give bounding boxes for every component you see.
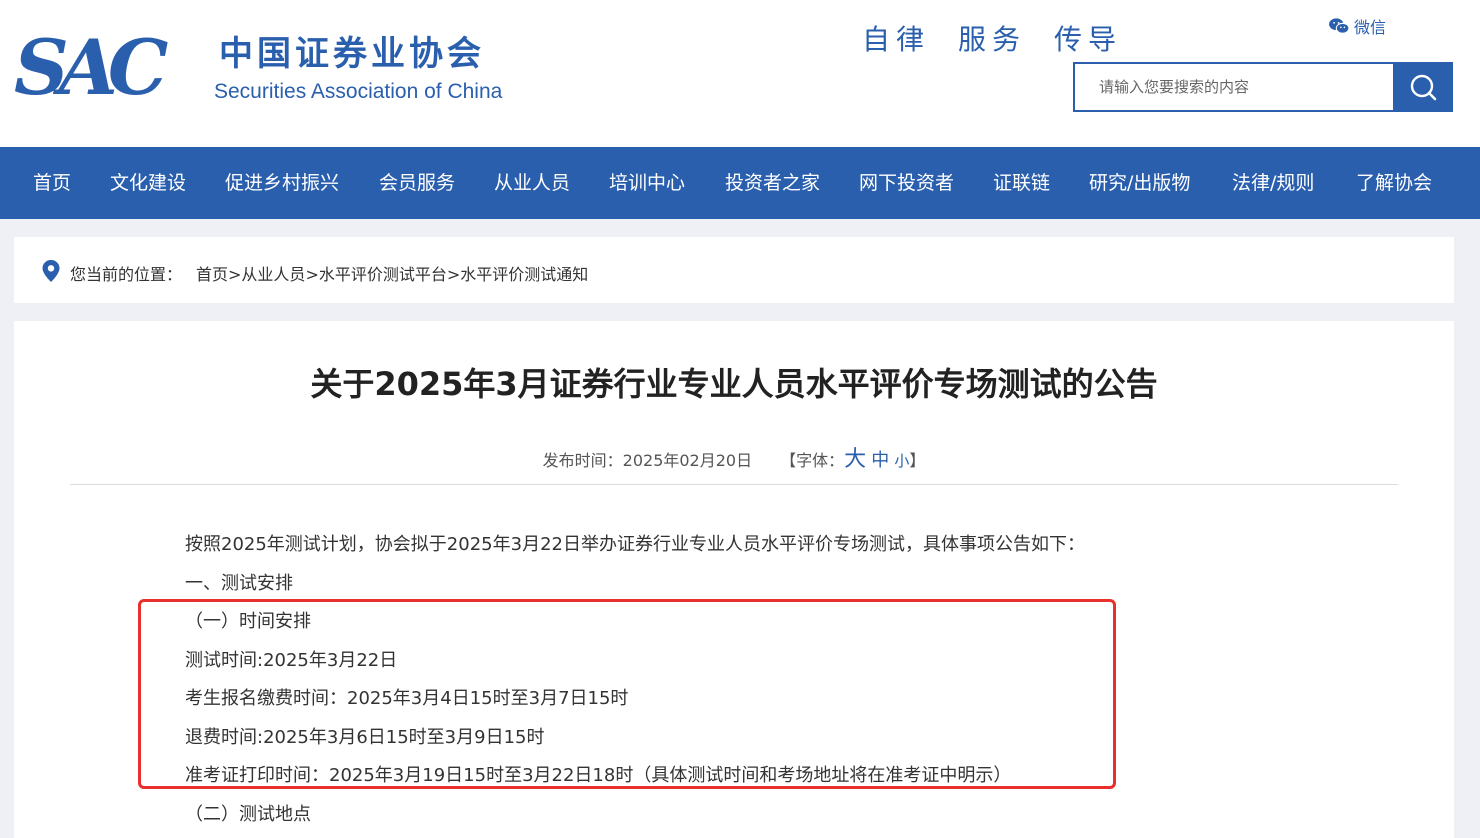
article-title: 关于2025年3月证券行业专业人员水平评价专场测试的公告 [310,365,1158,403]
nav-item-culture[interactable]: 文化建设 [110,147,186,219]
search-icon [1410,74,1437,101]
logo-mark: SAC [14,23,168,112]
breadcrumb-practitioners[interactable]: 从业人员 [241,265,305,284]
breadcrumb-separator: > [446,265,461,284]
font-size-large-button[interactable]: 大 [844,447,866,472]
nav-item-rural[interactable]: 促进乡村振兴 [225,147,339,219]
wechat-link[interactable]: 微信 [1328,14,1386,38]
breadcrumb-separator: > [305,265,319,284]
search-box [1073,62,1453,112]
nav-item-about[interactable]: 了解协会 [1356,147,1432,219]
search-input[interactable] [1073,62,1393,112]
breadcrumb-bar: 您当前的位置： 首页>从业人员>水平评价测试平台>水平评价测试通知 [14,237,1454,303]
highlight-box [138,599,1116,789]
nav-item-law[interactable]: 法律/规则 [1232,147,1314,219]
nav-item-investors[interactable]: 投资者之家 [725,147,820,219]
font-size-open: 【字体： [780,451,845,470]
breadcrumb: 首页>从业人员>水平评价测试平台>水平评价测试通知 [196,261,588,285]
nav-item-home[interactable]: 首页 [33,147,71,219]
wechat-icon [1329,18,1350,34]
font-size-medium-button[interactable]: 中 [871,450,889,471]
site-logo[interactable]: SAC 中国证券业协会 Securities Association of Ch… [14,30,574,110]
paragraph-intro: 按照2025年测试计划，协会拟于2025年3月22日举办证券行业专业人员水平评价… [185,534,1085,555]
slogan-2: 服务 [958,23,1027,56]
nav-item-offline-investors[interactable]: 网下投资者 [859,147,954,219]
slogan-1: 自律 [862,23,931,56]
logo-chinese-name: 中国证券业协会 [219,34,485,74]
wechat-label: 微信 [1354,18,1387,37]
breadcrumb-label: 您当前的位置： [70,265,183,284]
publish-label: 发布时间： [542,451,623,470]
main-nav: 首页 文化建设 促进乡村振兴 会员服务 从业人员 培训中心 投资者之家 网下投资… [0,147,1480,219]
section-heading: 一、测试安排 [185,573,293,594]
logo-english-name: Securities Association of China [214,80,503,103]
article-meta: 发布时间：2025年02月20日 【字体：大 中 小】 [14,441,1454,473]
font-size-close: 】 [909,451,926,470]
breadcrumb-home[interactable]: 首页 [196,265,228,284]
nav-item-chain[interactable]: 证联链 [993,147,1050,219]
slogan: 自律 服务 传导 [862,18,1150,58]
nav-item-practitioners[interactable]: 从业人员 [494,147,570,219]
divider [70,484,1398,485]
nav-item-member-services[interactable]: 会员服务 [379,147,455,219]
site-header: SAC 中国证券业协会 Securities Association of Ch… [0,0,1480,147]
location-pin-icon [42,260,60,282]
breadcrumb-test-platform[interactable]: 水平评价测试平台 [319,265,447,284]
search-button[interactable] [1393,62,1453,112]
article-panel: 关于2025年3月证券行业专业人员水平评价专场测试的公告 发布时间：2025年0… [14,321,1454,838]
subsection-heading: （二）测试地点 [185,804,311,825]
breadcrumb-separator: > [228,265,242,284]
breadcrumb-test-notice[interactable]: 水平评价测试通知 [460,265,588,284]
slogan-3: 传导 [1054,23,1123,56]
nav-item-training[interactable]: 培训中心 [609,147,685,219]
publish-date: 2025年02月20日 [622,451,753,470]
font-size-small-button[interactable]: 小 [894,452,909,470]
nav-item-research[interactable]: 研究/出版物 [1089,147,1190,219]
